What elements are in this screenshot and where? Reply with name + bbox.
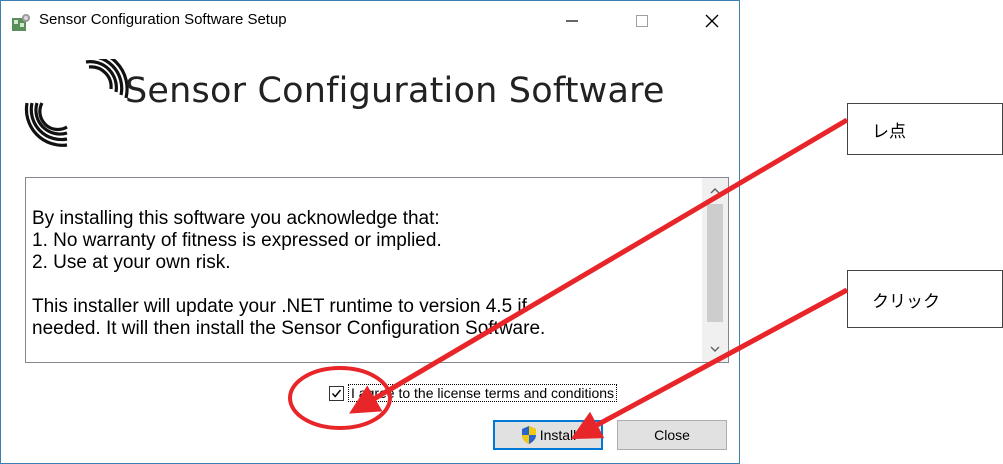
license-line: needed. It will then install the Sensor … <box>32 318 546 339</box>
license-line: By installing this software you acknowle… <box>32 208 440 229</box>
install-label: Install <box>539 427 577 443</box>
agree-row[interactable]: I agree to the license terms and conditi… <box>329 382 618 404</box>
annotation-click-box: クリック <box>847 270 1003 328</box>
window-title: Sensor Configuration Software Setup <box>39 11 287 28</box>
license-line: 2. Use at your own risk. <box>32 252 231 273</box>
install-button[interactable]: Install <box>493 420 603 450</box>
maximize-button[interactable] <box>619 5 665 37</box>
scroll-down-button[interactable] <box>702 336 728 362</box>
scroll-thumb[interactable] <box>707 204 723 322</box>
annotation-check-box: レ点 <box>847 103 1003 155</box>
chevron-up-icon <box>710 188 720 194</box>
close-label: Close <box>654 427 690 443</box>
close-window-button[interactable] <box>689 5 735 37</box>
title-bar: Sensor Configuration Software Setup <box>1 1 739 41</box>
product-heading: Sensor Configuration Software <box>125 71 665 111</box>
minimize-icon <box>566 20 578 22</box>
scroll-up-button[interactable] <box>702 178 728 204</box>
license-line: This installer will update your .NET run… <box>32 296 527 317</box>
license-line <box>32 274 702 296</box>
installer-window: Sensor Configuration Software Setup Sens… <box>0 0 740 464</box>
close-icon <box>705 14 719 28</box>
app-icon <box>12 14 30 31</box>
vertical-scrollbar[interactable] <box>702 178 728 362</box>
chevron-down-icon <box>710 346 720 352</box>
agree-checkbox[interactable] <box>329 385 344 401</box>
license-text: By installing this software you acknowle… <box>32 208 702 340</box>
maximize-icon <box>636 15 648 27</box>
uac-shield-icon <box>521 426 536 444</box>
annotation-check-text: レ点 <box>872 121 906 142</box>
checkmark-icon <box>331 389 342 398</box>
minimize-button[interactable] <box>549 5 595 37</box>
license-line: 1. No warranty of fitness is expressed o… <box>32 230 442 251</box>
annotation-click-text: クリック <box>872 291 940 312</box>
agree-label[interactable]: I agree to the license terms and conditi… <box>348 384 618 402</box>
close-button[interactable]: Close <box>617 420 727 450</box>
license-textbox[interactable]: By installing this software you acknowle… <box>25 177 729 363</box>
